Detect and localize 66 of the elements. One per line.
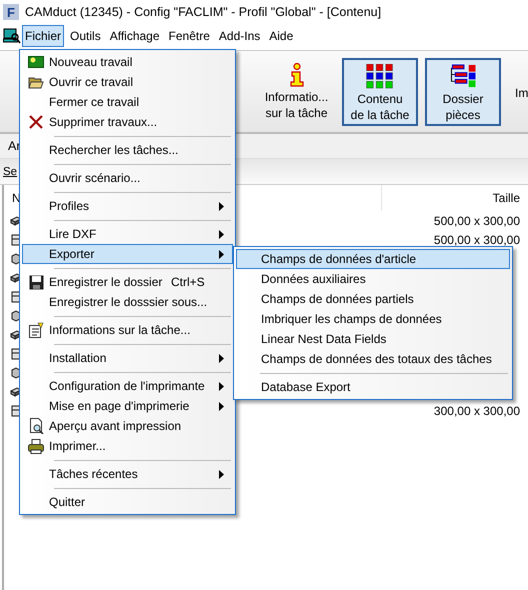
- menu-item[interactable]: Ouvrir scénario...: [22, 168, 233, 188]
- info-icon: [288, 62, 304, 86]
- table-cell-text: 300,00 x 300,00: [434, 404, 521, 418]
- menu-item[interactable]: Fermer ce travail: [22, 92, 233, 112]
- submenu-arrow-icon: [219, 250, 224, 258]
- column-header[interactable]: Taille: [382, 191, 528, 205]
- menu-item[interactable]: Tâches récentes: [22, 464, 233, 484]
- menu-item[interactable]: Imbriquer les champs de données: [236, 309, 510, 329]
- tab[interactable]: Ar: [8, 139, 20, 153]
- menu-item[interactable]: Rechercher les tâches...: [22, 140, 233, 160]
- menu-item[interactable]: Configuration de l'imprimante: [22, 376, 233, 396]
- menu-item[interactable]: Champs de données partiels: [236, 289, 510, 309]
- menu-bar-item[interactable]: Fichier: [22, 24, 64, 46]
- menu-item[interactable]: Ouvrir ce travail: [22, 72, 233, 92]
- submenu-arrow-icon: [219, 470, 224, 478]
- submenu-arrow-icon: [219, 202, 224, 210]
- menu-item[interactable]: Profiles: [22, 196, 233, 216]
- menu-item[interactable]: Aperçu avant impression: [22, 416, 233, 436]
- parts-tree-icon: [449, 64, 477, 88]
- menu-item[interactable]: Enregistrer le dossier Ctrl+S: [22, 272, 233, 292]
- computer-search-icon[interactable]: [3, 28, 21, 44]
- menu-bar-item[interactable]: Affichage: [106, 24, 163, 46]
- table-cell-text: 500,00 x 300,00: [434, 232, 521, 246]
- submenu-arrow-icon: [219, 402, 224, 410]
- toolbar-button[interactable]: Dossier pièces: [425, 58, 501, 126]
- print-preview-icon: [28, 418, 44, 434]
- grid-icon: [365, 64, 395, 88]
- menu-item[interactable]: Champs de données des totaux des tâches: [236, 349, 510, 369]
- duct-part-icon: [10, 290, 22, 302]
- menu-item[interactable]: Informations sur la tâche...: [22, 320, 233, 340]
- menu-bar-item[interactable]: Outils: [67, 24, 104, 46]
- duct-part-icon: [10, 234, 22, 246]
- menu-item[interactable]: Mise en page d'imprimerie: [22, 396, 233, 416]
- menu-item[interactable]: Linear Nest Data Fields: [236, 329, 510, 349]
- menu-item[interactable]: Nouveau travail: [22, 52, 233, 72]
- menu-bar-item[interactable]: Fenêtre: [166, 24, 213, 46]
- toolbar-button[interactable]: Informatio... sur la tâche: [258, 58, 335, 126]
- table-cell-text: 500,00 x 300,00: [434, 214, 521, 228]
- menu-item[interactable]: Données auxiliaires: [236, 269, 510, 289]
- toolbar-button[interactable]: Contenu de la tâche: [342, 58, 418, 126]
- menu-item[interactable]: Supprimer travaux...: [22, 112, 233, 132]
- printer-icon: [28, 438, 44, 454]
- app-logo: F: [3, 4, 19, 20]
- submenu-arrow-icon: [219, 230, 224, 238]
- delete-icon: [29, 115, 43, 129]
- toolbar-button[interactable]: Im: [508, 58, 528, 126]
- menu-item[interactable]: Champs de données d'article: [236, 249, 510, 269]
- submenu-arrow-icon: [219, 382, 224, 390]
- save-icon: [28, 274, 44, 290]
- menu-item[interactable]: Imprimer...: [22, 436, 233, 456]
- menu-item[interactable]: Lire DXF: [22, 224, 233, 244]
- menu-item[interactable]: Enregistrer le dosssier sous...: [22, 292, 233, 312]
- menu-item[interactable]: Database Export: [236, 377, 510, 397]
- link[interactable]: Se: [3, 166, 18, 178]
- document-icon: [28, 322, 44, 338]
- new-document-icon: [28, 56, 44, 68]
- menu-item[interactable]: Installation: [22, 348, 233, 368]
- window-title: CAMduct (12345) - Config "FACLIM" - Profil "Global" - [Contenu]: [25, 5, 382, 19]
- folder-icon: [28, 76, 44, 88]
- menu-item[interactable]: Quitter: [22, 492, 233, 512]
- menu-bar-item[interactable]: Add-Ins: [216, 24, 264, 46]
- menu-bar-item[interactable]: Aide: [266, 24, 296, 46]
- menu-item[interactable]: Exporter: [22, 244, 233, 264]
- submenu-arrow-icon: [219, 354, 224, 362]
- duct-part-icon: [10, 348, 22, 360]
- duct-part-icon: [10, 404, 22, 416]
